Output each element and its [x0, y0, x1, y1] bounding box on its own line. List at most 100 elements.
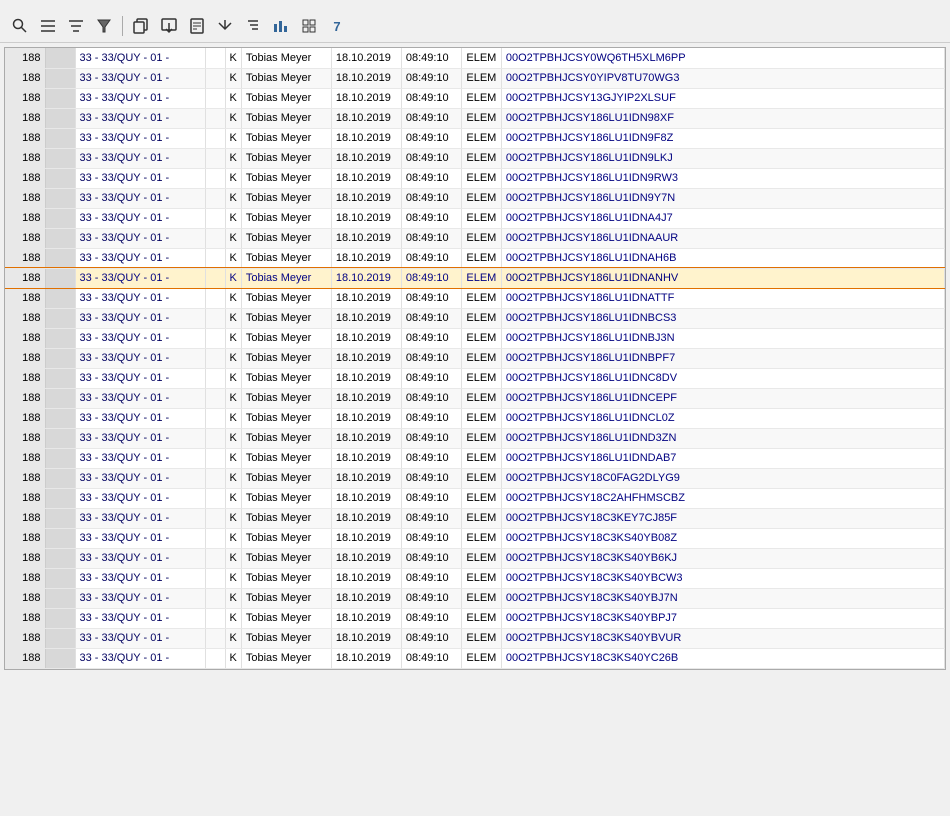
col-blank1 [45, 88, 75, 108]
table-row[interactable]: 188 33 - 33/QUY - 01 - K Tobias Meyer 18… [5, 508, 945, 528]
table-row[interactable]: 188 33 - 33/QUY - 01 - K Tobias Meyer 18… [5, 528, 945, 548]
table-row[interactable]: 188 33 - 33/QUY - 01 - K Tobias Meyer 18… [5, 168, 945, 188]
funnel-button[interactable] [92, 14, 116, 38]
col-user: Tobias Meyer [241, 108, 331, 128]
table-row[interactable]: 188 33 - 33/QUY - 01 - K Tobias Meyer 18… [5, 268, 945, 288]
col-blank2 [205, 388, 225, 408]
col-blank2 [205, 208, 225, 228]
col-blank2 [205, 548, 225, 568]
col-transport: 33 - 33/QUY - 01 - [75, 348, 205, 368]
col-type: ELEM [461, 528, 501, 548]
col-time: 08:49:10 [401, 288, 461, 308]
col-user: Tobias Meyer [241, 528, 331, 548]
info-button[interactable]: 7 [325, 14, 349, 38]
col-type: ELEM [461, 648, 501, 668]
col-object: 00O2TPBHJCSY18C2AHFHMSCBZ [501, 488, 944, 508]
table-row[interactable]: 188 33 - 33/QUY - 01 - K Tobias Meyer 18… [5, 368, 945, 388]
export-button[interactable] [157, 14, 181, 38]
col-k: K [225, 388, 241, 408]
table-row[interactable]: 188 33 - 33/QUY - 01 - K Tobias Meyer 18… [5, 408, 945, 428]
col-blank2 [205, 528, 225, 548]
col-k: K [225, 288, 241, 308]
col-blank2 [205, 448, 225, 468]
table-row[interactable]: 188 33 - 33/QUY - 01 - K Tobias Meyer 18… [5, 228, 945, 248]
chart-button[interactable] [269, 14, 293, 38]
table-row[interactable]: 188 33 - 33/QUY - 01 - K Tobias Meyer 18… [5, 448, 945, 468]
col-transport: 33 - 33/QUY - 01 - [75, 588, 205, 608]
table-row[interactable]: 188 33 - 33/QUY - 01 - K Tobias Meyer 18… [5, 308, 945, 328]
col-object: 00O2TPBHJCSY18C3KS40YB6KJ [501, 548, 944, 568]
col-num: 188 [5, 188, 45, 208]
col-object: 00O2TPBHJCSY186LU1IDNCL0Z [501, 408, 944, 428]
col-user: Tobias Meyer [241, 208, 331, 228]
col-blank1 [45, 268, 75, 288]
table-row[interactable]: 188 33 - 33/QUY - 01 - K Tobias Meyer 18… [5, 248, 945, 268]
col-blank2 [205, 508, 225, 528]
col-type: ELEM [461, 448, 501, 468]
col-transport: 33 - 33/QUY - 01 - [75, 148, 205, 168]
col-blank2 [205, 148, 225, 168]
table-row[interactable]: 188 33 - 33/QUY - 01 - K Tobias Meyer 18… [5, 568, 945, 588]
col-k: K [225, 168, 241, 188]
table-row[interactable]: 188 33 - 33/QUY - 01 - K Tobias Meyer 18… [5, 488, 945, 508]
detail-button[interactable] [185, 14, 209, 38]
col-num: 188 [5, 488, 45, 508]
col-transport: 33 - 33/QUY - 01 - [75, 88, 205, 108]
col-k: K [225, 588, 241, 608]
sort-button[interactable] [241, 14, 265, 38]
col-type: ELEM [461, 568, 501, 588]
table-row[interactable]: 188 33 - 33/QUY - 01 - K Tobias Meyer 18… [5, 148, 945, 168]
table-row[interactable]: 188 33 - 33/QUY - 01 - K Tobias Meyer 18… [5, 608, 945, 628]
col-num: 188 [5, 108, 45, 128]
table-row[interactable]: 188 33 - 33/QUY - 01 - K Tobias Meyer 18… [5, 188, 945, 208]
table-row[interactable]: 188 33 - 33/QUY - 01 - K Tobias Meyer 18… [5, 88, 945, 108]
col-k: K [225, 408, 241, 428]
col-blank1 [45, 108, 75, 128]
col-object: 00O2TPBHJCSY186LU1IDNANHV [501, 268, 944, 288]
table-row[interactable]: 188 33 - 33/QUY - 01 - K Tobias Meyer 18… [5, 648, 945, 668]
col-blank2 [205, 168, 225, 188]
search-button[interactable] [8, 14, 32, 38]
col-user: Tobias Meyer [241, 608, 331, 628]
table-row[interactable]: 188 33 - 33/QUY - 01 - K Tobias Meyer 18… [5, 588, 945, 608]
table-row[interactable]: 188 33 - 33/QUY - 01 - K Tobias Meyer 18… [5, 68, 945, 88]
col-user: Tobias Meyer [241, 468, 331, 488]
col-user: Tobias Meyer [241, 388, 331, 408]
col-transport: 33 - 33/QUY - 01 - [75, 288, 205, 308]
col-num: 188 [5, 508, 45, 528]
col-time: 08:49:10 [401, 448, 461, 468]
col-type: ELEM [461, 248, 501, 268]
table-row[interactable]: 188 33 - 33/QUY - 01 - K Tobias Meyer 18… [5, 628, 945, 648]
col-object: 00O2TPBHJCSY18C3KEY7CJ85F [501, 508, 944, 528]
table-row[interactable]: 188 33 - 33/QUY - 01 - K Tobias Meyer 18… [5, 388, 945, 408]
col-type: ELEM [461, 588, 501, 608]
arrow-button[interactable] [213, 14, 237, 38]
col-time: 08:49:10 [401, 348, 461, 368]
table-row[interactable]: 188 33 - 33/QUY - 01 - K Tobias Meyer 18… [5, 128, 945, 148]
col-transport: 33 - 33/QUY - 01 - [75, 548, 205, 568]
table-row[interactable]: 188 33 - 33/QUY - 01 - K Tobias Meyer 18… [5, 108, 945, 128]
col-blank1 [45, 148, 75, 168]
filter-list-button[interactable] [64, 14, 88, 38]
col-num: 188 [5, 648, 45, 668]
col-num: 188 [5, 608, 45, 628]
col-user: Tobias Meyer [241, 588, 331, 608]
table-row[interactable]: 188 33 - 33/QUY - 01 - K Tobias Meyer 18… [5, 468, 945, 488]
table-row[interactable]: 188 33 - 33/QUY - 01 - K Tobias Meyer 18… [5, 208, 945, 228]
col-time: 08:49:10 [401, 588, 461, 608]
grid-button[interactable] [297, 14, 321, 38]
table-row[interactable]: 188 33 - 33/QUY - 01 - K Tobias Meyer 18… [5, 288, 945, 308]
table-row[interactable]: 188 33 - 33/QUY - 01 - K Tobias Meyer 18… [5, 428, 945, 448]
copy-button[interactable] [129, 14, 153, 38]
col-blank2 [205, 188, 225, 208]
col-k: K [225, 368, 241, 388]
col-blank1 [45, 128, 75, 148]
col-type: ELEM [461, 408, 501, 428]
list-button[interactable] [36, 14, 60, 38]
table-row[interactable]: 188 33 - 33/QUY - 01 - K Tobias Meyer 18… [5, 328, 945, 348]
col-date: 18.10.2019 [331, 548, 401, 568]
col-date: 18.10.2019 [331, 468, 401, 488]
table-row[interactable]: 188 33 - 33/QUY - 01 - K Tobias Meyer 18… [5, 348, 945, 368]
table-row[interactable]: 188 33 - 33/QUY - 01 - K Tobias Meyer 18… [5, 48, 945, 68]
table-row[interactable]: 188 33 - 33/QUY - 01 - K Tobias Meyer 18… [5, 548, 945, 568]
